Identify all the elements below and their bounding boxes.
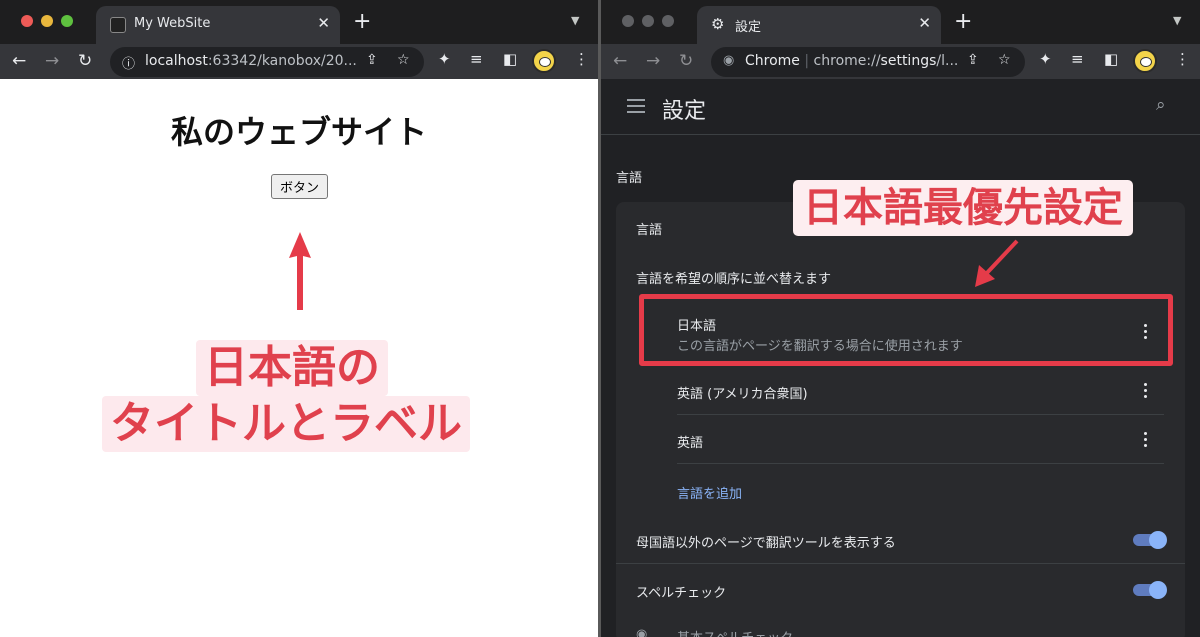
zoom-window-button[interactable] xyxy=(61,15,73,27)
left-browser-window: My WebSite ✕ + ▼ ← → ↻ ⓘ localhost:63342… xyxy=(0,0,598,637)
reload-button[interactable]: ↻ xyxy=(78,49,92,73)
settings-header: 設定 ⌕ xyxy=(601,79,1200,135)
minimize-window-button[interactable] xyxy=(41,15,53,27)
profile-avatar[interactable] xyxy=(532,49,556,73)
back-button[interactable]: ← xyxy=(613,49,627,73)
tab-strip: ⚙ 設定 ✕ + ▼ xyxy=(601,0,1200,44)
hamburger-menu-icon[interactable] xyxy=(627,99,645,113)
tab-settings[interactable]: ⚙ 設定 ✕ xyxy=(697,6,941,44)
reorder-label: 言語を希望の順序に並べ替えます xyxy=(636,272,832,287)
translate-toggle[interactable] xyxy=(1133,531,1167,549)
toolbar: ← → ↻ ◉ Chrome | chrome://settings/l... … xyxy=(601,44,1200,79)
language-options-kebab-icon[interactable] xyxy=(1144,383,1148,399)
close-window-button[interactable] xyxy=(21,15,33,27)
add-language-link[interactable]: 言語を追加 xyxy=(677,483,742,502)
tab-title: 設定 xyxy=(735,20,762,35)
url-text: localhost:63342/kanobox/20... xyxy=(145,53,357,69)
zoom-window-button[interactable] xyxy=(662,15,674,27)
section-title-languages: 言語 xyxy=(616,171,643,186)
divider xyxy=(677,463,1164,464)
tab-strip: My WebSite ✕ + ▼ xyxy=(0,0,598,44)
webpage-content: 私のウェブサイト ボタン 日本語の タイトルとラベル xyxy=(0,79,598,637)
annotation-callout: 日本語最優先設定 xyxy=(793,180,1133,236)
annotation-line-1: 日本語の xyxy=(196,340,388,396)
language-item-english: 英語 xyxy=(677,436,704,451)
page-title: 私のウェブサイト xyxy=(170,113,427,151)
address-bar[interactable]: ◉ Chrome | chrome://settings/l... ⇪ ☆ xyxy=(711,47,1025,77)
gear-icon: ⚙ xyxy=(711,15,725,33)
divider xyxy=(616,563,1185,564)
menu-kebab-icon[interactable]: ⋮ xyxy=(574,50,589,68)
translate-setting-label: 母国語以外のページで翻訳ツールを表示する xyxy=(636,536,896,551)
profile-avatar[interactable] xyxy=(1133,49,1157,73)
right-browser-window: ⚙ 設定 ✕ + ▼ ← → ↻ ◉ Chrome | chrome://set… xyxy=(601,0,1200,637)
reload-button[interactable]: ↻ xyxy=(679,49,693,73)
card-title: 言語 xyxy=(636,223,663,238)
settings-page: 設定 ⌕ 言語 言語 言語を希望の順序に並べ替えます 日本語 この言語がページを… xyxy=(601,79,1200,637)
chevron-down-icon[interactable]: ▼ xyxy=(571,14,579,27)
spellcheck-toggle[interactable] xyxy=(1133,581,1167,599)
url-text: Chrome | chrome://settings/l... xyxy=(745,53,959,69)
side-panel-icon[interactable]: ◧ xyxy=(1104,50,1118,68)
annotation-arrow-up-icon xyxy=(289,232,311,310)
address-bar[interactable]: ⓘ localhost:63342/kanobox/20... ⇪ ☆ xyxy=(110,47,424,77)
spellcheck-setting-label: スペルチェック xyxy=(636,586,727,601)
page-button[interactable]: ボタン xyxy=(271,174,328,199)
page-title: 設定 xyxy=(662,99,707,124)
annotation-arrow-icon xyxy=(975,239,1019,287)
side-panel-icon[interactable]: ◧ xyxy=(503,50,517,68)
divider xyxy=(677,414,1164,415)
close-tab-icon[interactable]: ✕ xyxy=(918,14,931,32)
forward-button[interactable]: → xyxy=(45,49,59,73)
annotation-line-2: タイトルとラベル xyxy=(102,396,470,452)
chrome-logo-icon: ◉ xyxy=(723,53,735,68)
language-options-kebab-icon[interactable] xyxy=(1144,432,1148,448)
extensions-puzzle-icon[interactable]: ✦ xyxy=(438,50,451,68)
menu-kebab-icon[interactable]: ⋮ xyxy=(1175,50,1190,68)
toolbar: ← → ↻ ⓘ localhost:63342/kanobox/20... ⇪ … xyxy=(0,44,598,79)
share-icon[interactable]: ⇪ xyxy=(967,52,979,68)
annotation-highlight-box xyxy=(639,294,1173,366)
new-tab-button[interactable]: + xyxy=(954,11,972,33)
languages-card: 言語 言語を希望の順序に並べ替えます 日本語 この言語がページを翻訳する場合に使… xyxy=(616,202,1185,637)
forward-button[interactable]: → xyxy=(646,49,660,73)
new-tab-button[interactable]: + xyxy=(353,11,371,33)
bookmark-star-icon[interactable]: ☆ xyxy=(998,52,1011,68)
reading-list-icon[interactable]: ≡ xyxy=(1071,50,1084,68)
minimize-window-button[interactable] xyxy=(642,15,654,27)
basic-spellcheck-label: 基本スペルチェック xyxy=(677,627,793,637)
extensions-puzzle-icon[interactable]: ✦ xyxy=(1039,50,1052,68)
search-icon[interactable]: ⌕ xyxy=(1156,95,1166,115)
webstorm-favicon-icon xyxy=(110,17,126,33)
back-button[interactable]: ← xyxy=(12,49,26,73)
tab-my-website[interactable]: My WebSite ✕ xyxy=(96,6,340,44)
tab-title: My WebSite xyxy=(134,16,211,31)
info-icon[interactable]: ⓘ xyxy=(122,53,135,72)
share-icon[interactable]: ⇪ xyxy=(366,52,378,68)
language-item-english-us: 英語 (アメリカ合衆国) xyxy=(677,387,808,402)
close-window-button[interactable] xyxy=(622,15,634,27)
radio-basic-spellcheck[interactable]: ◉ xyxy=(636,627,647,637)
chevron-down-icon[interactable]: ▼ xyxy=(1173,14,1181,27)
reading-list-icon[interactable]: ≡ xyxy=(470,50,483,68)
close-tab-icon[interactable]: ✕ xyxy=(317,14,330,32)
bookmark-star-icon[interactable]: ☆ xyxy=(397,52,410,68)
